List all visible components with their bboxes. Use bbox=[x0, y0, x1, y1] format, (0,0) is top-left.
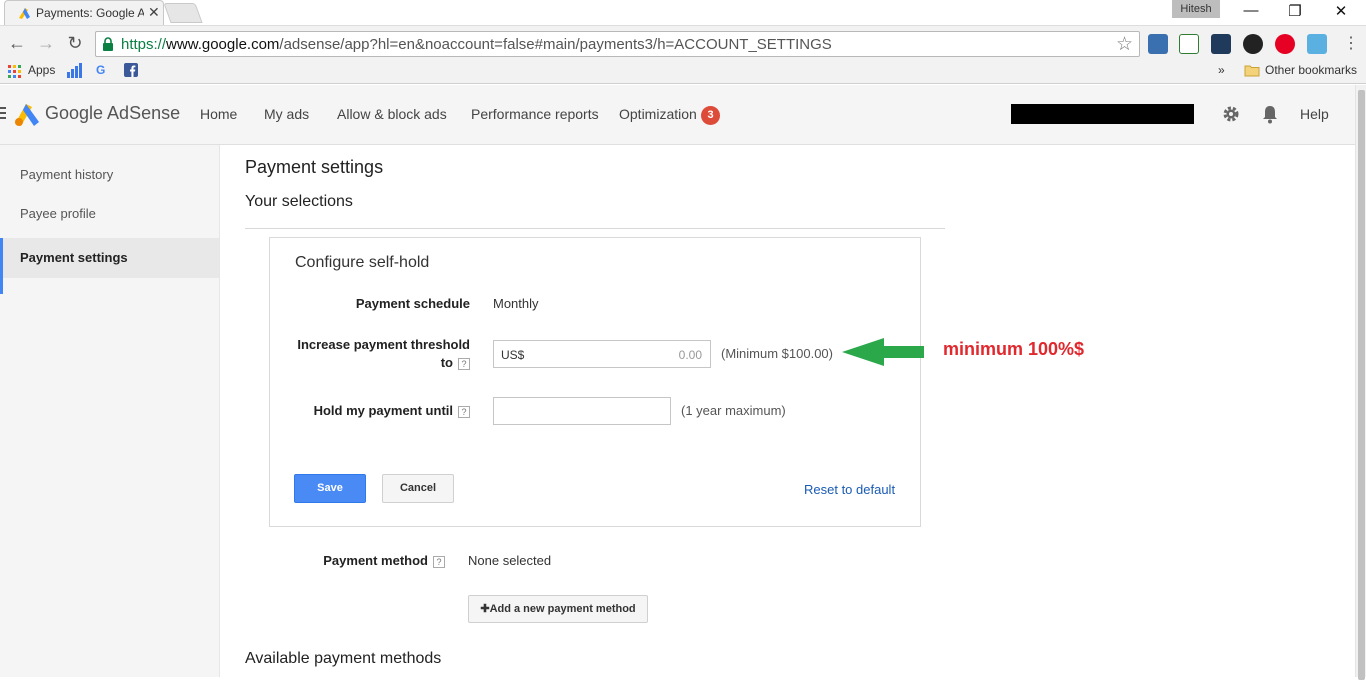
adsense-brand[interactable]: Google AdSense bbox=[45, 103, 180, 124]
folder-icon bbox=[1244, 65, 1260, 77]
section-title: Your selections bbox=[245, 193, 353, 210]
url-text: https://www.google.com/adsense/app?hl=en… bbox=[121, 36, 832, 53]
chrome-menu-icon[interactable]: ⋮ bbox=[1340, 33, 1362, 53]
nav-home[interactable]: Home bbox=[200, 106, 237, 122]
help-link[interactable]: Help bbox=[1300, 106, 1329, 122]
page-title: Payment settings bbox=[245, 157, 384, 177]
browser-toolbar: ← → ↻ https://www.google.com/adsense/app… bbox=[0, 25, 1366, 60]
scrollbar-thumb[interactable] bbox=[1358, 90, 1365, 680]
apps-grid-icon[interactable] bbox=[8, 65, 21, 78]
nav-optimization[interactable]: Optimization bbox=[619, 106, 697, 122]
google-bookmark-icon[interactable]: G bbox=[96, 63, 105, 77]
payment-method-help-icon[interactable]: ? bbox=[433, 555, 445, 568]
cancel-button[interactable]: Cancel bbox=[382, 474, 454, 503]
extension-shield-icon[interactable] bbox=[1243, 34, 1263, 54]
payment-method-label: Payment method? bbox=[260, 552, 445, 570]
sidebar-item-payee-profile[interactable]: Payee profile bbox=[0, 194, 219, 234]
back-icon[interactable]: ← bbox=[6, 33, 28, 54]
adsense-favicon-icon bbox=[19, 8, 30, 19]
payment-schedule-value: Monthly bbox=[493, 296, 539, 311]
extension-a-icon[interactable] bbox=[1148, 34, 1168, 54]
save-button[interactable]: Save bbox=[294, 474, 366, 503]
settings-gear-icon[interactable] bbox=[1221, 104, 1241, 124]
threshold-value: 0.00 bbox=[678, 348, 702, 362]
section-divider bbox=[245, 228, 945, 229]
add-payment-method-label: Add a new payment method bbox=[489, 603, 636, 615]
sidebar-active-indicator bbox=[0, 238, 3, 294]
other-bookmarks[interactable]: Other bookmarks bbox=[1265, 63, 1357, 77]
annotation-arrow-icon bbox=[842, 338, 924, 366]
bookmarks-overflow[interactable]: » bbox=[1218, 63, 1225, 77]
threshold-label-line2: to? bbox=[280, 354, 470, 372]
hold-until-hint: (1 year maximum) bbox=[681, 403, 786, 418]
currency-prefix: US$ bbox=[501, 348, 525, 362]
threshold-label: Increase payment threshold to? bbox=[280, 336, 470, 372]
lock-icon bbox=[103, 37, 113, 51]
tab-close-icon[interactable]: ✕ bbox=[148, 4, 160, 21]
available-methods-title: Available payment methods bbox=[245, 650, 442, 667]
threshold-input[interactable]: US$ 0.00 bbox=[493, 340, 711, 368]
new-tab-button[interactable] bbox=[163, 3, 203, 23]
reset-to-default-link[interactable]: Reset to default bbox=[804, 482, 895, 497]
bookmarks-bar: Apps G » Other bookmarks bbox=[0, 60, 1366, 84]
sidebar-item-payment-history[interactable]: Payment history bbox=[0, 155, 219, 195]
nav-my-ads[interactable]: My ads bbox=[264, 106, 309, 122]
redacted-account-box bbox=[1011, 104, 1194, 124]
threshold-hint: (Minimum $100.00) bbox=[721, 346, 833, 361]
bookmark-star-icon[interactable]: ☆ bbox=[1116, 33, 1133, 56]
card-title: Configure self-hold bbox=[295, 254, 430, 271]
pinterest-icon[interactable] bbox=[1275, 34, 1295, 54]
restore-icon[interactable]: ❐ bbox=[1280, 2, 1310, 20]
payments-sidebar: Payment history Payee profile Payment se… bbox=[0, 145, 220, 677]
reload-icon[interactable]: ↻ bbox=[64, 33, 86, 54]
main-content: Payment settings Your selections Configu… bbox=[220, 145, 1355, 677]
annotation-text: minimum 100%$ bbox=[943, 339, 1085, 359]
threshold-help-icon[interactable]: ? bbox=[458, 357, 470, 370]
nav-allow-block-ads[interactable]: Allow & block ads bbox=[337, 106, 447, 122]
sidebar-item-payment-settings[interactable]: Payment settings bbox=[0, 238, 219, 278]
self-hold-card: Configure self-hold Payment schedule Mon… bbox=[269, 237, 921, 527]
tab-title: Payments: Google A bbox=[36, 6, 144, 20]
adsense-header: Google AdSense Home My ads Allow & block… bbox=[0, 85, 1355, 145]
payment-method-value: None selected bbox=[468, 553, 552, 568]
minimize-icon[interactable]: — bbox=[1236, 2, 1266, 19]
menu-icon[interactable] bbox=[0, 107, 6, 121]
browser-titlebar: Payments: Google A ✕ Hitesh — ❐ ✕ bbox=[0, 0, 1366, 25]
adsense-logo-icon bbox=[15, 104, 39, 126]
forward-icon[interactable]: → bbox=[35, 33, 57, 54]
notifications-bell-icon[interactable] bbox=[1260, 104, 1280, 124]
optimization-count-badge: 3 bbox=[701, 106, 720, 125]
download-extension-icon[interactable] bbox=[1179, 34, 1199, 54]
threshold-label-line1: Increase payment threshold bbox=[297, 337, 470, 352]
nav-performance-reports[interactable]: Performance reports bbox=[471, 106, 599, 122]
hold-until-label: Hold my payment until? bbox=[290, 402, 470, 420]
profile-badge[interactable]: Hitesh bbox=[1172, 0, 1220, 18]
analytics-bookmark-icon[interactable] bbox=[67, 63, 83, 78]
extension-briefcase-icon[interactable] bbox=[1211, 34, 1231, 54]
address-bar[interactable]: https://www.google.com/adsense/app?hl=en… bbox=[95, 31, 1140, 57]
browser-tab[interactable]: Payments: Google A ✕ bbox=[4, 0, 164, 25]
bookmark-apps[interactable]: Apps bbox=[28, 63, 55, 77]
facebook-bookmark-icon[interactable] bbox=[124, 63, 138, 77]
page-scrollbar[interactable] bbox=[1355, 85, 1366, 680]
payment-schedule-label: Payment schedule bbox=[355, 296, 470, 311]
hold-until-input[interactable] bbox=[493, 397, 671, 425]
add-payment-method-button[interactable]: ✚Add a new payment method bbox=[468, 595, 648, 623]
plus-icon: ✚ bbox=[480, 603, 490, 615]
extension-fst-icon[interactable] bbox=[1307, 34, 1327, 54]
close-window-icon[interactable]: ✕ bbox=[1326, 2, 1356, 20]
hold-help-icon[interactable]: ? bbox=[458, 405, 470, 418]
